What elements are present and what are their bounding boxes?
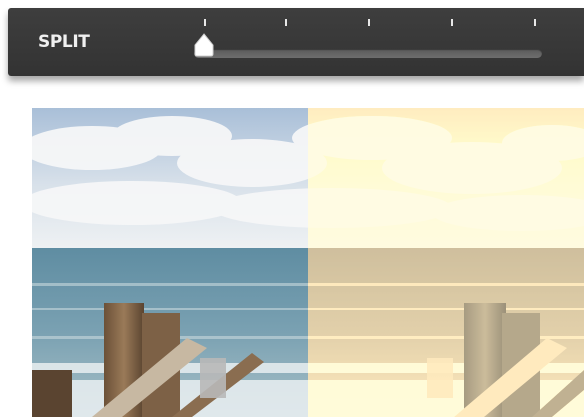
- slider-track[interactable]: [194, 49, 542, 58]
- slider-tick: [451, 19, 453, 26]
- slider-tick: [204, 19, 206, 26]
- split-slider[interactable]: [188, 18, 544, 68]
- split-preview-image: [32, 108, 584, 417]
- slider-thumb[interactable]: [193, 33, 215, 57]
- slider-tick: [285, 19, 287, 26]
- slider-tick: [534, 19, 536, 26]
- split-toolbar: SPLIT: [8, 8, 584, 76]
- split-label: SPLIT: [38, 32, 90, 52]
- slider-tick: [368, 19, 370, 26]
